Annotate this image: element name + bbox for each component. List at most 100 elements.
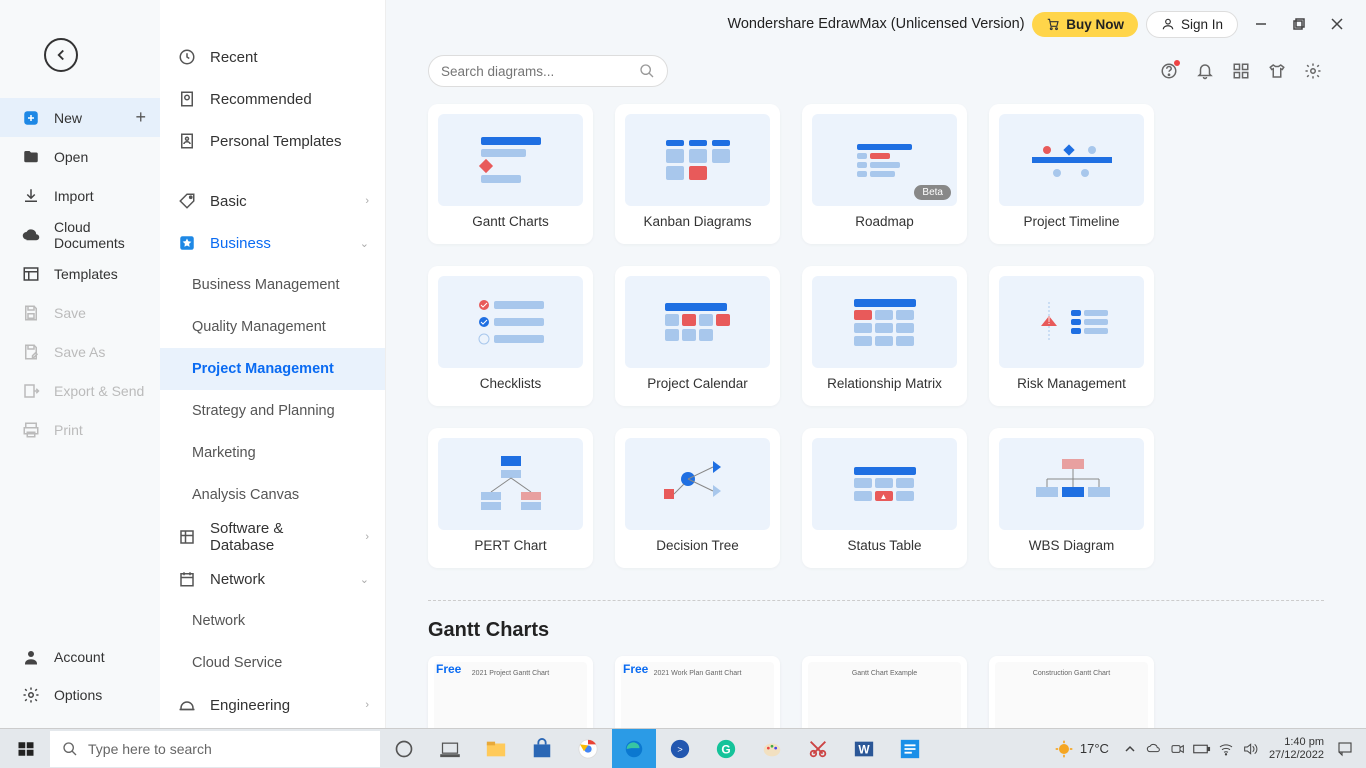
card-label: Gantt Charts [472, 214, 549, 229]
sidebar-item-save-as: Save As [0, 332, 160, 371]
template-card-project-timeline[interactable]: Project Timeline [989, 104, 1154, 244]
gear-icon[interactable] [1302, 60, 1324, 82]
template-preview[interactable]: Construction Gantt Chart [989, 656, 1154, 728]
subcat-cloud-service[interactable]: Cloud Service [160, 642, 385, 684]
tray-chevron-icon[interactable] [1119, 729, 1141, 768]
subcat-strategy-and-planning[interactable]: Strategy and Planning [160, 390, 385, 432]
template-preview[interactable]: Free 2021 Work Plan Gantt Chart [615, 656, 780, 728]
sidebar-item-account[interactable]: Account [0, 638, 160, 676]
edge-icon[interactable] [612, 729, 656, 768]
sidebar-item-label: Save As [54, 344, 105, 360]
meetnow-icon[interactable] [1167, 729, 1189, 768]
template-preview[interactable]: Gantt Chart Example [802, 656, 967, 728]
notifications-icon[interactable] [1332, 729, 1358, 768]
edraw-icon[interactable] [888, 729, 932, 768]
sidebar-item-label: New [54, 110, 82, 126]
taskbar-time: 1:40 pm [1269, 736, 1324, 749]
explorer-icon[interactable] [474, 729, 518, 768]
app-icon-1[interactable]: > [658, 729, 702, 768]
cat-software-database[interactable]: Software & Database › [160, 516, 385, 558]
volume-icon[interactable] [1239, 729, 1261, 768]
word-icon[interactable]: W [842, 729, 886, 768]
sidebar-item-options[interactable]: Options [0, 676, 160, 714]
cat-personal-templates[interactable]: Personal Templates [160, 120, 385, 162]
subcat-label: Analysis Canvas [192, 487, 299, 503]
taskview-icon[interactable] [428, 729, 472, 768]
svg-text:G: G [721, 742, 730, 756]
subcat-business-management[interactable]: Business Management [160, 264, 385, 306]
cat-basic[interactable]: Basic › [160, 180, 385, 222]
search-box[interactable] [428, 55, 668, 87]
back-button[interactable] [44, 38, 78, 72]
template-card-gantt-charts[interactable]: Gantt Charts [428, 104, 593, 244]
subcat-network[interactable]: Network [160, 600, 385, 642]
template-card-kanban-diagrams[interactable]: Kanban Diagrams [615, 104, 780, 244]
clock-icon [178, 48, 196, 66]
template-card-pert-chart[interactable]: PERT Chart [428, 428, 593, 568]
sidebar-item-templates[interactable]: Templates [0, 254, 160, 293]
card-label: Project Calendar [647, 376, 748, 391]
subcat-project-management[interactable]: Project Management [160, 348, 385, 390]
snip-icon[interactable] [796, 729, 840, 768]
template-card-status-table[interactable]: ▲ Status Table [802, 428, 967, 568]
chevron-right-icon: › [365, 195, 369, 207]
sign-in-button[interactable]: Sign In [1146, 11, 1238, 38]
content-area[interactable]: Gantt Charts Kanban DiagramsBeta Roadmap… [386, 94, 1366, 728]
main-area: Wondershare EdrawMax (Unlicensed Version… [386, 0, 1366, 728]
store-icon[interactable] [520, 729, 564, 768]
cat-recommended[interactable]: Recommended [160, 78, 385, 120]
card-thumb [438, 276, 583, 368]
template-card-decision-tree[interactable]: Decision Tree [615, 428, 780, 568]
minimize-button[interactable] [1246, 9, 1276, 39]
cat-engineering[interactable]: Engineering › [160, 684, 385, 726]
template-card-checklists[interactable]: Checklists [428, 266, 593, 406]
subcat-quality-management[interactable]: Quality Management [160, 306, 385, 348]
paint-icon[interactable] [750, 729, 794, 768]
sidebar-item-export-&-send: Export & Send [0, 371, 160, 410]
buy-now-button[interactable]: Buy Now [1032, 12, 1138, 37]
cat-business[interactable]: Business ⌄ [160, 222, 385, 264]
bell-icon[interactable] [1194, 60, 1216, 82]
template-card-roadmap[interactable]: Beta Roadmap [802, 104, 967, 244]
plus-square-icon [22, 109, 40, 127]
start-button[interactable] [4, 729, 48, 768]
card-thumb [812, 276, 957, 368]
plus-icon[interactable]: + [135, 107, 146, 128]
weather-widget[interactable]: 17°C [1046, 739, 1117, 759]
grammarly-icon[interactable]: G [704, 729, 748, 768]
onedrive-icon[interactable] [1143, 729, 1165, 768]
taskbar-clock[interactable]: 1:40 pm 27/12/2022 [1263, 736, 1330, 762]
chrome-icon[interactable] [566, 729, 610, 768]
apps-icon[interactable] [1230, 60, 1252, 82]
sidebar-item-import[interactable]: Import [0, 176, 160, 215]
battery-icon[interactable] [1191, 729, 1213, 768]
cat-recent[interactable]: Recent [160, 36, 385, 78]
sidebar-item-open[interactable]: Open [0, 137, 160, 176]
wifi-icon[interactable] [1215, 729, 1237, 768]
close-button[interactable] [1322, 9, 1352, 39]
template-card-risk-management[interactable]: ! Risk Management [989, 266, 1154, 406]
subcat-analysis-canvas[interactable]: Analysis Canvas [160, 474, 385, 516]
help-icon[interactable] [1158, 60, 1180, 82]
taskbar-date: 27/12/2022 [1269, 749, 1324, 762]
topbar: Wondershare EdrawMax (Unlicensed Version… [386, 0, 1366, 48]
sign-in-label: Sign In [1181, 17, 1223, 32]
gear-icon [22, 686, 40, 704]
template-card-project-calendar[interactable]: Project Calendar [615, 266, 780, 406]
maximize-button[interactable] [1284, 9, 1314, 39]
db-icon [178, 528, 196, 546]
tshirt-icon[interactable] [1266, 60, 1288, 82]
cat-network[interactable]: Network ⌄ [160, 558, 385, 600]
cortana-icon[interactable] [382, 729, 426, 768]
template-card-relationship-matrix[interactable]: Relationship Matrix [802, 266, 967, 406]
cat-label: Software & Database [210, 520, 351, 554]
taskbar-search[interactable]: Type here to search [50, 731, 380, 767]
template-preview[interactable]: Free 2021 Project Gantt Chart [428, 656, 593, 728]
subcat-marketing[interactable]: Marketing [160, 432, 385, 474]
sidebar-item-new[interactable]: New + [0, 98, 160, 137]
card-label: Status Table [847, 538, 921, 553]
subcat-label: Marketing [192, 445, 256, 461]
search-input[interactable] [441, 64, 631, 79]
template-card-wbs-diagram[interactable]: WBS Diagram [989, 428, 1154, 568]
sidebar-item-cloud-documents[interactable]: Cloud Documents [0, 215, 160, 254]
